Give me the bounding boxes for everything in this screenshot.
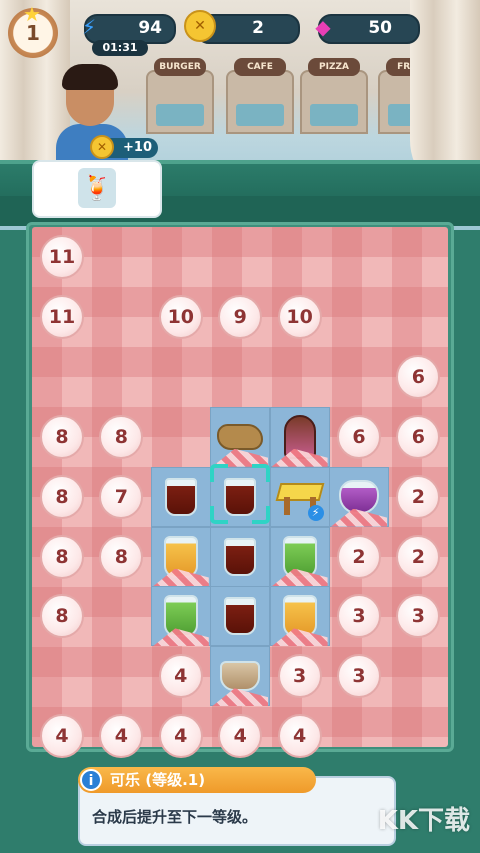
pizza-shop: PIZZA bbox=[300, 58, 368, 134]
cola-glass-icon[interactable] bbox=[151, 467, 211, 527]
locked-tile[interactable]: 3 bbox=[396, 594, 441, 639]
lightning-icon: ⚡ bbox=[81, 15, 97, 39]
watermark: KK下载 bbox=[377, 806, 470, 836]
tea-icon[interactable] bbox=[210, 646, 270, 707]
locked-tile[interactable]: 9 bbox=[218, 294, 263, 339]
cocktail-icon: 🍹 bbox=[78, 168, 116, 208]
star-icon: ★ bbox=[23, 2, 41, 26]
cola-glass-icon[interactable] bbox=[210, 586, 270, 646]
locked-tile[interactable]: 8 bbox=[99, 414, 144, 459]
locked-tile[interactable]: 4 bbox=[158, 654, 203, 699]
locked-tile[interactable]: 8 bbox=[40, 594, 84, 639]
locked-tile[interactable]: 4 bbox=[158, 714, 203, 759]
coin-counter[interactable]: ✕ 2 bbox=[184, 10, 300, 44]
locked-tile[interactable]: 3 bbox=[337, 654, 381, 699]
energy-timer: 01:31 bbox=[92, 40, 148, 56]
lime-drink-icon[interactable] bbox=[270, 527, 330, 587]
locked-tile[interactable]: 10 bbox=[277, 294, 322, 339]
info-icon[interactable]: i bbox=[80, 769, 102, 791]
table-icon[interactable]: ⚡ bbox=[270, 467, 330, 527]
locked-tile[interactable]: 6 bbox=[396, 414, 441, 459]
locked-tile[interactable]: 8 bbox=[99, 534, 144, 579]
popsicle-icon[interactable] bbox=[270, 407, 330, 467]
locked-tile[interactable]: 2 bbox=[396, 474, 441, 519]
locked-tile[interactable]: 7 bbox=[99, 474, 144, 519]
player-level-badge[interactable]: ★ 1 bbox=[8, 2, 58, 58]
locked-tile[interactable]: 3 bbox=[277, 654, 322, 699]
item-info-title: 可乐 (等级.1) bbox=[78, 767, 316, 793]
locked-tile[interactable]: 11 bbox=[40, 235, 84, 279]
locked-tile[interactable]: 4 bbox=[40, 714, 84, 759]
locked-tile[interactable]: 11 bbox=[40, 294, 84, 339]
gem-counter[interactable]: ◆ 50 bbox=[315, 14, 420, 44]
locked-tile[interactable]: 6 bbox=[396, 354, 441, 399]
locked-tile[interactable]: 4 bbox=[277, 714, 322, 759]
coin-icon: ✕ bbox=[184, 10, 216, 42]
locked-tile[interactable]: 8 bbox=[40, 534, 84, 579]
locked-tile[interactable]: 10 bbox=[158, 294, 203, 339]
locked-tile[interactable]: 6 bbox=[337, 414, 381, 459]
order-card[interactable]: 🍹 bbox=[32, 160, 162, 218]
locked-tile[interactable]: 2 bbox=[337, 534, 381, 579]
burger-shop: BURGER bbox=[146, 58, 214, 134]
coin-icon: ✕ bbox=[90, 135, 114, 159]
cafe-shop: CAFE bbox=[226, 58, 294, 134]
locked-tile[interactable]: 2 bbox=[396, 534, 441, 579]
item-info-description: 合成后提升至下一等级。 bbox=[92, 808, 258, 826]
lightning-icon: ⚡ bbox=[307, 504, 324, 521]
gem-icon: ◆ bbox=[315, 15, 331, 39]
locked-tile[interactable]: 3 bbox=[337, 594, 381, 639]
fish-icon[interactable] bbox=[210, 407, 270, 467]
lemonade-icon[interactable] bbox=[270, 586, 330, 647]
cola-glass-icon[interactable] bbox=[210, 527, 270, 587]
order-reward: ✕ +10 bbox=[90, 135, 158, 159]
lime-drink-icon[interactable] bbox=[151, 586, 211, 647]
berry-drink-icon[interactable] bbox=[329, 467, 389, 527]
locked-tile[interactable]: 8 bbox=[40, 414, 84, 459]
lemonade-icon[interactable] bbox=[151, 527, 211, 587]
locked-tile[interactable]: 8 bbox=[40, 474, 84, 519]
selection-cursor bbox=[210, 464, 270, 524]
